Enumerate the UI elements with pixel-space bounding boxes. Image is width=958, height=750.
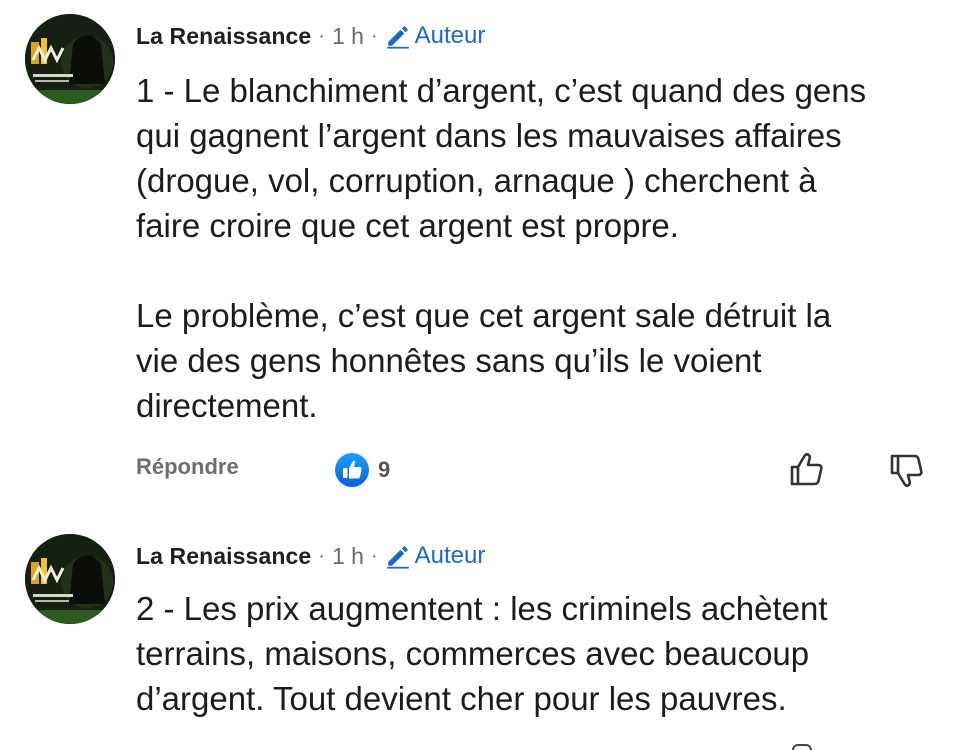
avatar[interactable] xyxy=(25,14,115,104)
reaction-count: 9 xyxy=(378,457,391,482)
comment-time: 1 h xyxy=(331,22,364,49)
meta-separator: · xyxy=(370,544,378,567)
comment-text: 2 - Les prix augmentent : les criminels … xyxy=(136,590,828,717)
comment-text: 1 - Le blanchiment d’argent, c’est quand… xyxy=(136,72,867,424)
comment-header: La Renaissance · 1 h · Auteur xyxy=(136,18,485,54)
like-reaction-icon xyxy=(335,453,369,487)
reply-button[interactable]: Répondre xyxy=(136,454,239,480)
avatar[interactable] xyxy=(25,534,115,624)
reaction-summary[interactable]: 9 xyxy=(334,452,390,488)
author-badge: Auteur xyxy=(385,22,486,50)
avatar-image xyxy=(25,14,115,104)
comment-actions: Répondre 9 xyxy=(0,448,958,496)
thumb-up-icon[interactable] xyxy=(786,448,828,490)
avatar-image xyxy=(25,534,115,624)
meta-separator: · xyxy=(370,24,378,47)
thumb-down-icon[interactable] xyxy=(886,450,928,492)
meta-separator: · xyxy=(318,544,325,567)
author-name[interactable]: La Renaissance xyxy=(136,543,311,570)
meta-separator: · xyxy=(318,24,325,47)
author-badge-label: Auteur xyxy=(414,22,486,49)
author-badge: Auteur xyxy=(385,542,486,570)
pencil-icon xyxy=(386,546,409,569)
comment-item: La Renaissance · 1 h · Auteur 2 - Les pr… xyxy=(0,520,958,750)
comment-item: La Renaissance · 1 h · Auteur 1 - Le bla… xyxy=(0,0,958,510)
comment-time: 1 h xyxy=(331,542,364,569)
author-badge-label: Auteur xyxy=(414,542,486,569)
pencil-icon xyxy=(386,26,409,49)
thumb-up-icon[interactable] xyxy=(792,744,812,750)
comment-header: La Renaissance · 1 h · Auteur xyxy=(136,538,485,574)
author-name[interactable]: La Renaissance xyxy=(136,23,311,50)
